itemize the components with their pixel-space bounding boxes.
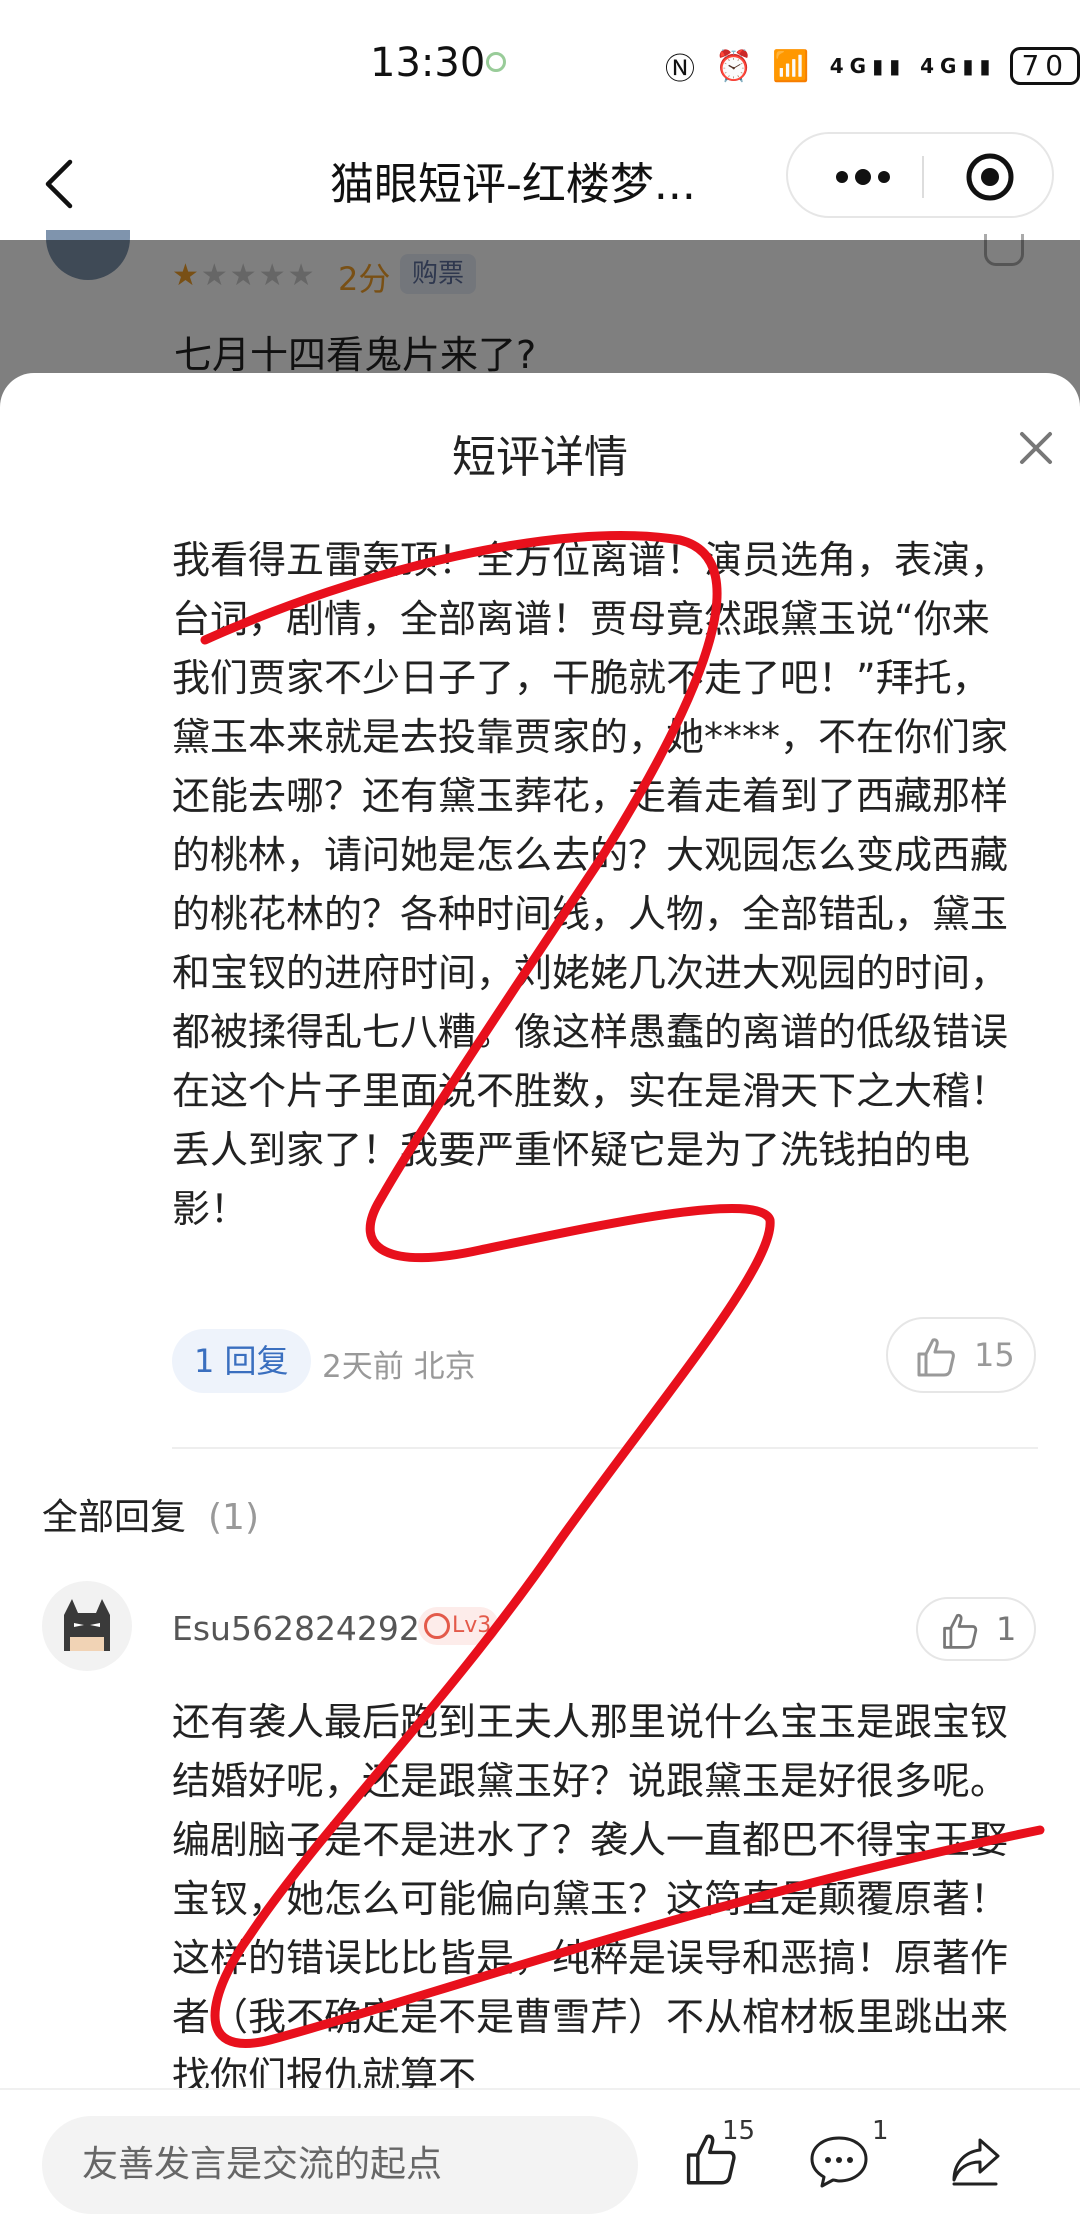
- reply-like-button[interactable]: 1: [916, 1597, 1036, 1661]
- review-detail-sheet: 短评详情 我看得五雷轰顶！全方位离谱！演员选角，表演，台词，剧情，全部离谱！贾母…: [0, 373, 1080, 2227]
- comment-input[interactable]: 友善发言是交流的起点: [42, 2116, 638, 2214]
- page-title: 猫眼短评-红楼梦...: [330, 159, 696, 210]
- reply-text: 还有袭人最后跑到王夫人那里说什么宝玉是跟宝钗结婚好呢，还是跟黛玉好？说跟黛玉是好…: [172, 1700, 1009, 2098]
- close-miniprogram-icon[interactable]: [964, 151, 1016, 203]
- status-bar: 13:30 Ⓝ ⏰ 📶 4G▮▮ 4G▮▮ 70 ϟ: [0, 0, 1080, 118]
- status-time: 13:30: [370, 40, 486, 86]
- miniprogram-capsule: [786, 132, 1054, 218]
- share-icon[interactable]: [946, 2134, 1004, 2192]
- review-meta: 1 回复 2天前 北京 15: [172, 1317, 1042, 1393]
- reply-username[interactable]: Esu562824292: [172, 1609, 420, 1648]
- reply-count-button[interactable]: 1 回复: [172, 1329, 311, 1393]
- all-replies-header: 全部回复 (1): [42, 1488, 259, 1540]
- status-icons: Ⓝ ⏰ 📶 4G▮▮ 4G▮▮ 70 ϟ: [665, 44, 1080, 88]
- app-indicator-icon: [486, 52, 506, 72]
- review-text: 我看得五雷轰顶！全方位离谱！演员选角，表演，台词，剧情，全部离谱！贾母竟然跟黛玉…: [172, 538, 1009, 1231]
- level-icon: [424, 1613, 450, 1639]
- like-button[interactable]: 15: [886, 1317, 1036, 1393]
- title-bar: 猫眼短评-红楼梦...: [0, 118, 1080, 240]
- signal-icon-2: 4G▮▮: [920, 54, 997, 78]
- comment-count: 1: [872, 2116, 889, 2146]
- like-count: 15: [974, 1336, 1015, 1374]
- wifi-icon: 📶: [772, 48, 816, 84]
- more-icon[interactable]: [828, 152, 898, 202]
- bottom-bar: 友善发言是交流的起点 15 1: [0, 2088, 1080, 2227]
- back-icon[interactable]: [40, 154, 80, 214]
- like-count: 15: [722, 2116, 756, 2146]
- level-badge: Lv3: [418, 1607, 500, 1645]
- capsule-divider: [922, 156, 924, 198]
- battery-icon: 70: [1010, 47, 1080, 85]
- all-replies-label: 全部回复: [42, 1497, 187, 1538]
- page: 13:30 Ⓝ ⏰ 📶 4G▮▮ 4G▮▮ 70 ϟ 猫眼短评-红楼梦...: [0, 0, 1080, 2227]
- reply-avatar[interactable]: [42, 1581, 132, 1671]
- batman-avatar-icon: [64, 1599, 110, 1651]
- nfc-icon: Ⓝ: [665, 52, 701, 87]
- signal-icon: 4G▮▮: [829, 54, 907, 78]
- close-icon[interactable]: [1016, 428, 1056, 468]
- divider: [172, 1447, 1038, 1449]
- alarm-icon: ⏰: [715, 48, 759, 84]
- thumbs-up-icon: [943, 1613, 978, 1649]
- all-replies-count: (1): [208, 1497, 260, 1538]
- reply-like-count: 1: [996, 1610, 1017, 1648]
- thumbs-up-icon: [917, 1338, 955, 1377]
- time-location: 2天前 北京: [322, 1349, 476, 1385]
- comment-icon[interactable]: [808, 2134, 870, 2190]
- sheet-title: 短评详情: [452, 432, 628, 483]
